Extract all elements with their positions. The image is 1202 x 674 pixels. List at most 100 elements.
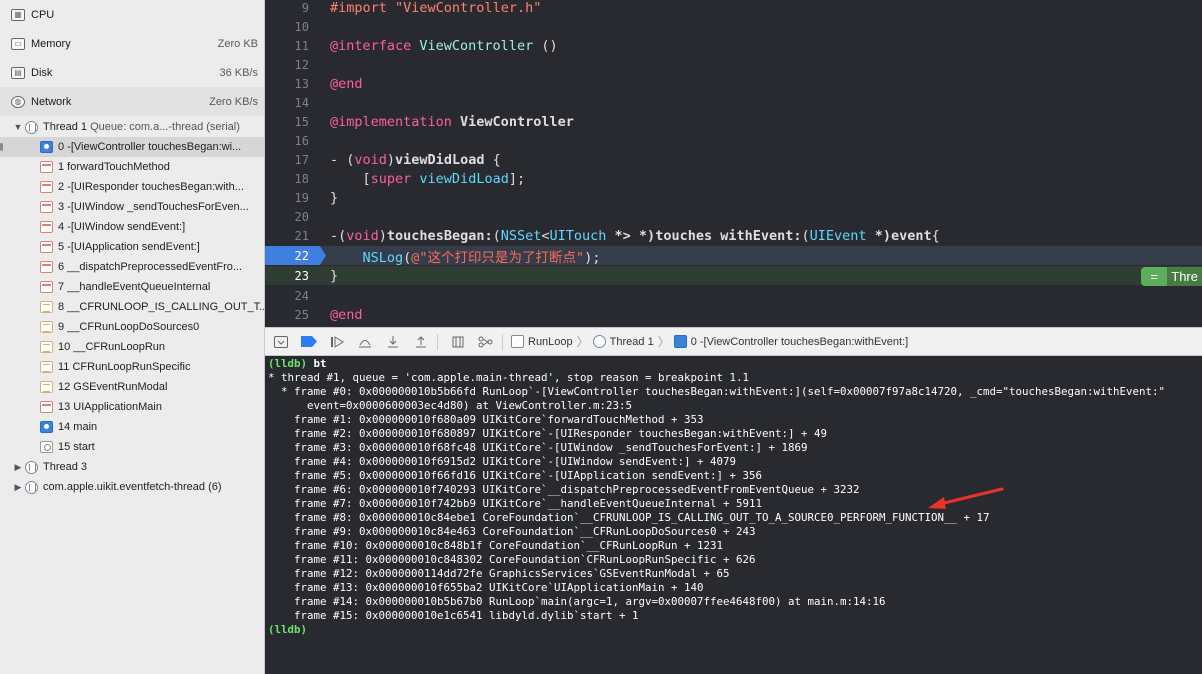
stack-frame-row[interactable]: 1 forwardTouchMethod xyxy=(0,157,264,177)
stack-frame-row[interactable]: 12 GSEventRunModal xyxy=(0,377,264,397)
thread-3-row[interactable]: ▶ Thread 3 xyxy=(0,457,264,477)
code-line-17[interactable]: 17 - (void)viewDidLoad { xyxy=(265,150,1202,169)
code-line-22-current[interactable]: 22 NSLog(@"这个打印只是为了打断点"); xyxy=(265,246,1202,266)
token: withEvent: xyxy=(720,227,802,244)
stack-frame-row[interactable]: 7 __handleEventQueueInternal xyxy=(0,277,264,297)
step-over-icon[interactable] xyxy=(353,332,377,352)
code-line-10[interactable]: 10 xyxy=(265,17,1202,36)
badge-text: Thre xyxy=(1167,267,1202,286)
gauge-network[interactable]: ◍ Network Zero KB/s xyxy=(0,87,264,116)
gauge-name: Network xyxy=(31,95,72,108)
stack-frame-row[interactable]: 4 -[UIWindow sendEvent:] xyxy=(0,217,264,237)
cf-frame-icon xyxy=(40,301,53,313)
token: ViewController xyxy=(419,37,542,54)
code-line-18[interactable]: 18 [super viewDidLoad]; xyxy=(265,169,1202,188)
debug-view-hierarchy-icon[interactable] xyxy=(446,332,470,352)
line-number: 12 xyxy=(294,57,309,72)
stack-frame-row[interactable]: 3 -[UIWindow _sendTouchesForEven... xyxy=(0,197,264,217)
console-command: bt xyxy=(307,357,327,370)
token: { xyxy=(484,151,501,168)
stack-frame-row[interactable]: 6 __dispatchPreprocessedEventFro... xyxy=(0,257,264,277)
token: @implementation xyxy=(330,113,461,130)
breakpoints-toggle-icon[interactable] xyxy=(297,332,321,352)
gauge-disk[interactable]: ▤ Disk 36 KB/s xyxy=(0,58,264,87)
stack-frame-row[interactable]: 2 -[UIResponder touchesBegan:with... xyxy=(0,177,264,197)
stack-frame-row[interactable]: 14 main xyxy=(0,417,264,437)
continue-icon[interactable] xyxy=(325,332,349,352)
token: touchesBegan: xyxy=(386,227,493,244)
gauge-cpu[interactable]: ▦ CPU xyxy=(0,0,264,29)
token: viewDidLoad xyxy=(395,151,485,168)
stack-frame-label: 14 main xyxy=(58,421,98,433)
code-line-12[interactable]: 12 xyxy=(265,55,1202,74)
sys-frame-icon xyxy=(40,261,53,273)
line-number: 18 xyxy=(294,171,309,186)
cf-frame-icon xyxy=(40,381,53,393)
disclosure-closed-icon[interactable]: ▶ xyxy=(13,462,23,473)
code-line-15[interactable]: 15 @implementation ViewController xyxy=(265,112,1202,131)
console-line: frame #9: 0x000000010c84e463 CoreFoundat… xyxy=(268,525,756,538)
thread-eventfetch-row[interactable]: ▶ com.apple.uikit.eventfetch-thread (6) xyxy=(0,477,264,497)
token: touches xyxy=(655,227,721,244)
disk-icon: ▤ xyxy=(11,66,25,79)
thread-icon xyxy=(25,120,38,134)
token: ]; xyxy=(508,170,526,187)
stack-frame-row[interactable]: 13 UIApplicationMain xyxy=(0,397,264,417)
stack-frame-row[interactable]: 5 -[UIApplication sendEvent:] xyxy=(0,237,264,257)
code-line-13[interactable]: 13 @end xyxy=(265,74,1202,93)
console-line[interactable]: (lldb) xyxy=(268,623,1202,637)
stack-frame-label: 2 -[UIResponder touchesBegan:with... xyxy=(58,181,244,193)
cf-frame-icon xyxy=(40,321,53,333)
code-line-16[interactable]: 16 xyxy=(265,131,1202,150)
disclosure-open-icon[interactable]: ▼ xyxy=(13,122,23,132)
thread-label: Thread 1 xyxy=(43,121,88,133)
code-line-21[interactable]: 21 -(void)touchesBegan:(NSSet<UITouch *> … xyxy=(265,226,1202,245)
memory-icon: ▭ xyxy=(11,37,25,50)
code-line-11[interactable]: 11 @interface ViewController () xyxy=(265,36,1202,55)
gauge-name: Disk xyxy=(31,66,53,79)
lldb-console[interactable]: (lldb) bt * thread #1, queue = 'com.apple… xyxy=(265,357,1202,674)
token: ( xyxy=(492,227,501,244)
code-line-25[interactable]: 25 @end xyxy=(265,305,1202,324)
token: @interface xyxy=(330,37,420,54)
stack-frame-row[interactable]: 15 start xyxy=(0,437,264,457)
token: < xyxy=(541,227,550,244)
line-number: 23 xyxy=(294,268,309,283)
code-line-19[interactable]: 19} xyxy=(265,188,1202,207)
code-line-24[interactable]: 24 xyxy=(265,286,1202,305)
app-target-icon xyxy=(511,335,524,348)
stack-frame-row[interactable]: 9 __CFRunLoopDoSources0 xyxy=(0,317,264,337)
code-line-20[interactable]: 20 xyxy=(265,207,1202,226)
hide-debug-area-icon[interactable] xyxy=(269,332,293,352)
current-frame-marker xyxy=(0,143,3,151)
console-line: (lldb) bt xyxy=(268,357,1202,371)
lldb-prompt: (lldb) xyxy=(268,357,308,370)
console-line: frame #6: 0x000000010f740293 UIKitCore`_… xyxy=(268,483,860,496)
token: UITouch xyxy=(549,227,607,244)
token: #import xyxy=(330,0,396,16)
stack-frame-row[interactable]: 0 -[ViewController touchesBegan:wi... xyxy=(0,137,264,157)
breadcrumb-frame[interactable]: 0 -[ViewController touchesBegan:withEven… xyxy=(691,336,908,348)
token: - ( xyxy=(330,151,355,168)
thread-1-row[interactable]: ▼ Thread 1 Queue: com.a...-thread (seria… xyxy=(0,117,264,137)
console-line: frame #1: 0x000000010f680a09 UIKitCore`f… xyxy=(268,413,704,426)
code-line-23[interactable]: 23} xyxy=(265,266,1202,285)
thread-stop-badge[interactable]: = Thre xyxy=(1141,267,1202,286)
disclosure-closed-icon[interactable]: ▶ xyxy=(13,482,23,493)
token: { xyxy=(931,227,940,244)
console-line: frame #12: 0x0000000114dd72fe GraphicsSe… xyxy=(268,567,730,580)
line-number: 16 xyxy=(294,133,309,148)
breadcrumb-thread[interactable]: Thread 1 xyxy=(610,336,654,348)
source-editor[interactable]: 9 #import "ViewController.h" 10 11 @interf… xyxy=(265,0,1202,327)
step-into-icon[interactable] xyxy=(381,332,405,352)
code-line-9[interactable]: 9 #import "ViewController.h" xyxy=(265,0,1202,17)
gauge-memory[interactable]: ▭ Memory Zero KB xyxy=(0,29,264,58)
breadcrumb-target[interactable]: RunLoop xyxy=(528,336,573,348)
console-line: frame #11: 0x000000010c848302 CoreFounda… xyxy=(268,553,756,566)
step-out-icon[interactable] xyxy=(409,332,433,352)
stack-frame-row[interactable]: 11 CFRunLoopRunSpecific xyxy=(0,357,264,377)
stack-frame-row[interactable]: 10 __CFRunLoopRun xyxy=(0,337,264,357)
memory-graph-icon[interactable] xyxy=(474,332,498,352)
stack-frame-row[interactable]: 8 __CFRUNLOOP_IS_CALLING_OUT_T... xyxy=(0,297,264,317)
code-line-14[interactable]: 14 xyxy=(265,93,1202,112)
